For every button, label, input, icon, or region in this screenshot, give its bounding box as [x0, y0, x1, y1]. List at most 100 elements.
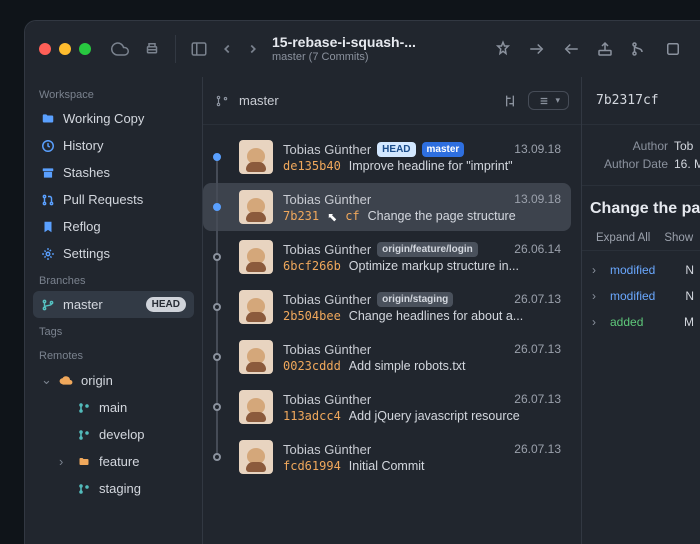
quickaction-icon[interactable]	[494, 40, 512, 58]
gear-icon	[41, 247, 55, 261]
nav-back[interactable]	[220, 42, 234, 56]
commit-row[interactable]: Tobias Günther 26.07.13 0023cddd Add sim…	[203, 333, 571, 381]
printer-icon[interactable]	[143, 40, 161, 58]
commit-hash: fcd61994	[283, 459, 341, 473]
pull-icon[interactable]	[562, 40, 580, 58]
file-name: M	[684, 315, 694, 329]
sidebar-item-label: staging	[99, 481, 141, 496]
commit-list: Tobias Günther HEADmaster 13.09.18 de135…	[203, 125, 581, 544]
section-remotes: Remotes	[33, 342, 194, 366]
chevron-right-icon: ›	[592, 315, 602, 329]
pull-request-icon	[41, 193, 55, 207]
cursor-icon: ⬉	[327, 210, 337, 223]
push-icon[interactable]	[596, 40, 614, 58]
sidebar-item-working-copy[interactable]: Working Copy	[33, 105, 194, 132]
zoom-window[interactable]	[79, 43, 91, 55]
minimize-window[interactable]	[59, 43, 71, 55]
merge-icon[interactable]	[630, 40, 648, 58]
sidebar-remote-staging[interactable]: staging	[51, 475, 194, 502]
ref-tag: origin/staging	[377, 292, 453, 307]
branch-icon	[41, 298, 55, 312]
branch-icon	[77, 401, 91, 415]
commit-message: Improve headline for "imprint"	[349, 159, 513, 173]
close-window[interactable]	[39, 43, 51, 55]
stash-icon[interactable]	[664, 40, 682, 58]
commit-row[interactable]: Tobias Günther origin/staging 26.07.13 2…	[203, 283, 571, 331]
nav-forward[interactable]	[246, 42, 260, 56]
sidebar-item-stashes[interactable]: Stashes	[33, 159, 194, 186]
commit-author: Tobias Günther	[283, 292, 371, 307]
graph-node	[213, 353, 221, 361]
folder-icon	[41, 112, 55, 126]
commit-row[interactable]: Tobias Günther 26.07.13 fcd61994 Initial…	[203, 433, 571, 481]
meta-label: Author	[596, 139, 668, 153]
fetch-icon[interactable]	[528, 40, 546, 58]
chevron-right-icon: ›	[59, 454, 69, 469]
sidebar-toggle-icon[interactable]	[190, 40, 208, 58]
avatar	[239, 290, 273, 324]
filter-branch-name[interactable]: master	[239, 93, 279, 108]
details-title: Change the pag	[582, 185, 700, 226]
avatar	[239, 440, 273, 474]
file-row[interactable]: › added M	[586, 309, 700, 335]
graph-node	[213, 253, 221, 261]
avatar	[239, 390, 273, 424]
branch-icon	[77, 482, 91, 496]
sidebar-item-label: Stashes	[63, 165, 110, 180]
sidebar-item-reflog[interactable]: Reflog	[33, 213, 194, 240]
commit-hash: 2b504bee	[283, 309, 341, 323]
details-hash: 7b2317cf	[582, 77, 700, 125]
commit-hash: 7b231	[283, 209, 319, 223]
sidebar-item-label: Pull Requests	[63, 192, 143, 207]
commit-message: Change the page structure	[368, 209, 516, 223]
compare-icon[interactable]	[502, 93, 518, 109]
commit-row[interactable]: Tobias Günther 13.09.18 7b231⬉cf Change …	[203, 183, 571, 231]
commit-date: 26.07.13	[514, 292, 561, 306]
sidebar-item-label: Working Copy	[63, 111, 144, 126]
sidebar-remote-feature[interactable]: › feature	[51, 448, 194, 475]
commit-author: Tobias Günther	[283, 192, 371, 207]
commit-hash: 0023cddd	[283, 359, 341, 373]
commit-hash: 6bcf266b	[283, 259, 341, 273]
commit-row[interactable]: Tobias Günther origin/feature/login 26.0…	[203, 233, 571, 281]
show-button[interactable]: Show	[664, 232, 693, 244]
sidebar-item-history[interactable]: History	[33, 132, 194, 159]
commit-hash: de135b40	[283, 159, 341, 173]
avatar	[239, 190, 273, 224]
view-options[interactable]: ▾	[528, 91, 569, 110]
avatar	[239, 140, 273, 174]
avatar	[239, 240, 273, 274]
commit-author: Tobias Günther	[283, 342, 371, 357]
sidebar-item-label: Reflog	[63, 219, 101, 234]
commit-author: Tobias Günther	[283, 242, 371, 257]
file-status: added	[610, 315, 643, 329]
commit-row[interactable]: Tobias Günther 26.07.13 113adcc4 Add jQu…	[203, 383, 571, 431]
commit-date: 13.09.18	[514, 142, 561, 156]
cloud-icon[interactable]	[111, 40, 129, 58]
commit-message: Optimize markup structure in...	[349, 259, 519, 273]
sidebar-branch-master[interactable]: master HEAD	[33, 291, 194, 318]
sidebar-item-label: History	[63, 138, 103, 153]
sidebar-item-pull-requests[interactable]: Pull Requests	[33, 186, 194, 213]
expand-all-button[interactable]: Expand All	[596, 232, 650, 244]
sidebar-remote-main[interactable]: main	[51, 394, 194, 421]
graph-node	[213, 203, 221, 211]
sidebar-item-label: main	[99, 400, 127, 415]
file-row[interactable]: › modified N	[586, 257, 700, 283]
graph-node	[213, 403, 221, 411]
sidebar-item-label: master	[63, 297, 103, 312]
commit-row[interactable]: Tobias Günther HEADmaster 13.09.18 de135…	[203, 133, 571, 181]
sidebar-remote-develop[interactable]: develop	[51, 421, 194, 448]
commit-date: 13.09.18	[514, 192, 561, 206]
file-row[interactable]: › modified N	[586, 283, 700, 309]
archive-icon	[41, 166, 55, 180]
commit-date: 26.07.13	[514, 342, 561, 356]
graph-node	[213, 453, 221, 461]
app-window: 15-rebase-i-squash-... master (7 Commits…	[24, 20, 700, 544]
commit-hash: 113adcc4	[283, 409, 341, 423]
repo-title-block[interactable]: 15-rebase-i-squash-... master (7 Commits…	[272, 34, 494, 64]
ref-tag: HEAD	[377, 142, 415, 157]
sidebar-item-label: feature	[99, 454, 139, 469]
sidebar-item-settings[interactable]: Settings	[33, 240, 194, 267]
sidebar-remote-origin[interactable]: ⌄ origin	[33, 366, 194, 394]
